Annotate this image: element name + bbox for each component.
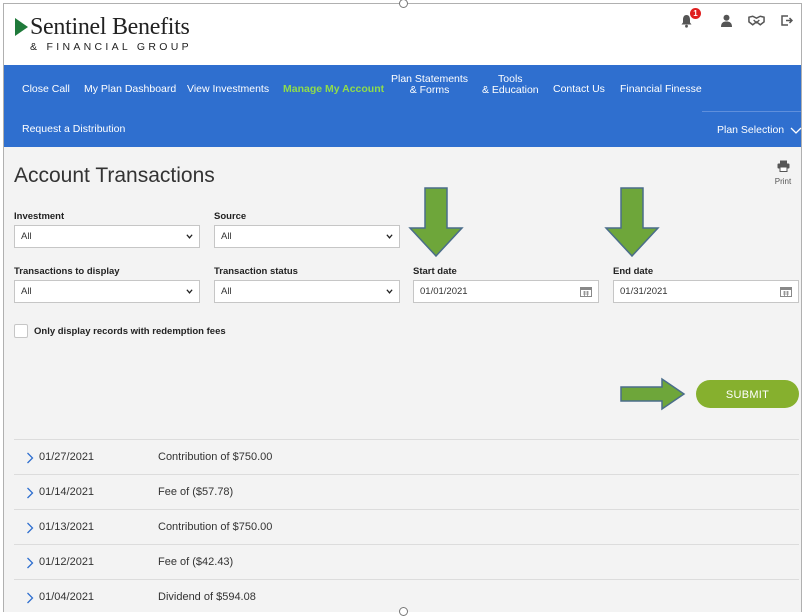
transaction-row[interactable]: 01/12/2021 Fee of ($42.43) — [14, 544, 799, 579]
chevron-right-icon[interactable] — [26, 592, 34, 604]
annotation-arrow-down-icon — [408, 187, 464, 257]
redemption-fees-checkbox[interactable] — [14, 324, 28, 338]
chevron-down-icon — [186, 234, 193, 239]
transaction-description: Contribution of $750.00 — [158, 451, 273, 463]
chevron-right-icon[interactable] — [26, 522, 34, 534]
start-date-field[interactable]: 01/01/2021 — [413, 280, 599, 303]
logo-name[interactable]: Sentinel Benefits — [30, 14, 190, 41]
end-date-value: 01/31/2021 — [620, 286, 668, 297]
logout-icon[interactable] — [778, 12, 795, 29]
user-icon[interactable] — [718, 12, 735, 29]
plan-selection-label: Plan Selection — [717, 124, 785, 136]
chevron-right-icon[interactable] — [26, 487, 34, 499]
transaction-description: Dividend of $594.08 — [158, 591, 256, 603]
transaction-row[interactable]: 01/14/2021 Fee of ($57.78) — [14, 474, 799, 509]
nav-view-investments[interactable]: View Investments — [187, 84, 269, 95]
nav-plan-statements-line2: & Forms — [409, 84, 450, 96]
transaction-date: 01/13/2021 — [39, 521, 95, 533]
end-date-field[interactable]: 01/31/2021 — [613, 280, 799, 303]
source-label: Source — [214, 211, 247, 222]
nav-financial-finesse[interactable]: Financial Finesse — [620, 84, 702, 95]
source-value: All — [221, 231, 232, 242]
annotation-arrow-right-icon — [620, 377, 686, 411]
transaction-row[interactable]: 01/13/2021 Contribution of $750.00 — [14, 509, 799, 544]
transactions-to-display-value: All — [21, 286, 32, 297]
investment-value: All — [21, 231, 32, 242]
logo-triangle-icon — [15, 18, 28, 36]
nav-plan-statements-forms[interactable]: Plan Statements & Forms — [391, 74, 468, 96]
transaction-date: 01/14/2021 — [39, 486, 95, 498]
chevron-down-icon — [386, 289, 393, 294]
page-title: Account Transactions — [14, 164, 215, 187]
nav-contact-us[interactable]: Contact Us — [553, 84, 605, 95]
main-content: Account Transactions Print Investment Al… — [4, 147, 801, 612]
transaction-description: Fee of ($42.43) — [158, 556, 234, 568]
nav-tools-education[interactable]: Tools & Education — [482, 74, 539, 96]
start-date-label: Start date — [413, 266, 457, 277]
bell-icon[interactable]: 1 — [678, 8, 701, 29]
transaction-status-label: Transaction status — [214, 266, 298, 277]
redemption-fees-label: Only display records with redemption fee… — [34, 326, 226, 337]
transaction-status-select[interactable]: All — [214, 280, 400, 303]
investment-label: Investment — [14, 211, 65, 222]
transaction-date: 01/04/2021 — [39, 591, 95, 603]
printer-icon — [777, 160, 789, 172]
chevron-down-icon — [186, 289, 193, 294]
chevron-down-icon — [386, 234, 393, 239]
nav-tools-line2: & Education — [482, 84, 539, 96]
source-select[interactable]: All — [214, 225, 400, 248]
transaction-status-value: All — [221, 286, 232, 297]
calendar-icon[interactable] — [580, 286, 592, 297]
header: Sentinel Benefits & FINANCIAL GROUP 1 — [4, 4, 801, 65]
transaction-row[interactable]: 01/27/2021 Contribution of $750.00 — [14, 439, 799, 474]
transactions-list: 01/27/2021 Contribution of $750.00 01/14… — [14, 439, 799, 614]
nav-request-distribution[interactable]: Request a Distribution — [22, 124, 125, 135]
chevron-right-icon[interactable] — [26, 557, 34, 569]
start-date-value: 01/01/2021 — [420, 286, 468, 297]
plan-selection-dropdown[interactable]: Plan Selection — [717, 125, 802, 136]
header-icons: 1 — [678, 8, 795, 29]
notification-badge: 1 — [690, 8, 701, 19]
calendar-icon[interactable] — [780, 286, 792, 297]
end-date-label: End date — [613, 266, 654, 277]
nav-divider — [702, 111, 801, 112]
investment-select[interactable]: All — [14, 225, 200, 248]
nav-close-call[interactable]: Close Call — [22, 84, 70, 95]
transaction-description: Contribution of $750.00 — [158, 521, 273, 533]
chevron-down-icon — [790, 127, 802, 134]
handshake-icon[interactable] — [748, 12, 765, 29]
transactions-to-display-select[interactable]: All — [14, 280, 200, 303]
print-label: Print — [774, 177, 792, 186]
submit-button[interactable]: SUBMIT — [696, 380, 799, 408]
nav-my-plan-dashboard[interactable]: My Plan Dashboard — [84, 84, 176, 95]
annotation-arrow-down-icon — [604, 187, 660, 257]
logo-tagline: & FINANCIAL GROUP — [30, 41, 192, 53]
transaction-date: 01/12/2021 — [39, 556, 95, 568]
transactions-to-display-label: Transactions to display — [14, 266, 120, 277]
transaction-date: 01/27/2021 — [39, 451, 95, 463]
nav-manage-my-account[interactable]: Manage My Account — [283, 84, 384, 95]
print-button[interactable]: Print — [771, 159, 795, 186]
main-nav: Close Call My Plan Dashboard View Invest… — [4, 65, 802, 147]
transaction-description: Fee of ($57.78) — [158, 486, 234, 498]
chevron-right-icon[interactable] — [26, 452, 34, 464]
